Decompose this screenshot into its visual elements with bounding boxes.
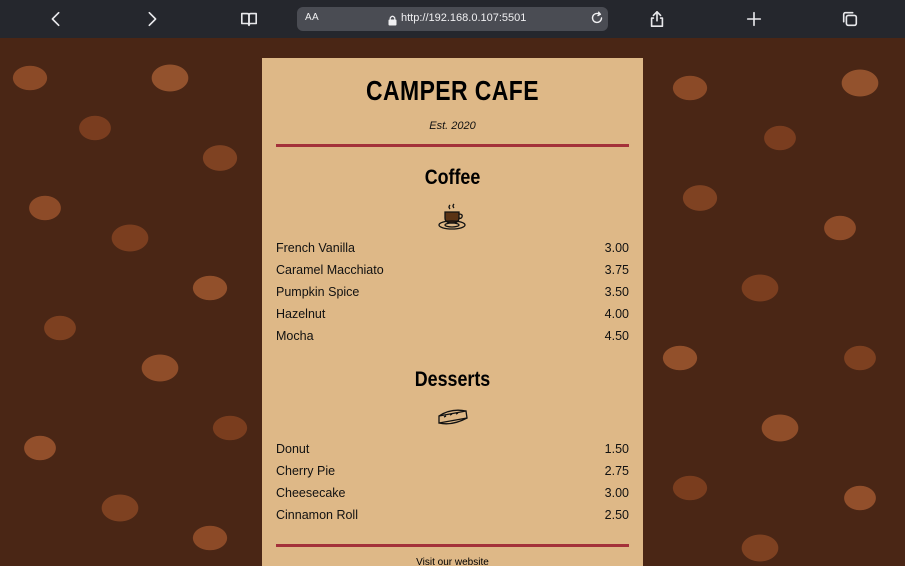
established-text: Est. 2020: [429, 120, 476, 132]
list-item: Pumpkin Spice 3.50: [276, 281, 629, 303]
menu-card: CAMPER CAFE Est. 2020 Coffee French Vani…: [262, 58, 643, 566]
forward-icon[interactable]: [142, 9, 162, 29]
lock-icon: [388, 13, 397, 26]
back-icon[interactable]: [46, 9, 66, 29]
reader-icon[interactable]: [239, 9, 259, 29]
item-name: Mocha: [276, 329, 314, 343]
list-item: Caramel Macchiato 3.75: [276, 259, 629, 281]
address-bar[interactable]: AA http://192.168.0.107:5501: [297, 7, 608, 31]
item-price: 4.50: [604, 329, 629, 343]
list-item: Donut 1.50: [276, 438, 629, 460]
list-item: Cinnamon Roll 2.50: [276, 504, 629, 526]
list-item: Mocha 4.50: [276, 325, 629, 347]
coffee-list: French Vanilla 3.00 Caramel Macchiato 3.75…: [276, 237, 629, 347]
item-price: 1.50: [604, 442, 629, 456]
website-link[interactable]: Visit our website: [276, 557, 629, 566]
cafe-name: CAMPER CAFE: [366, 75, 539, 106]
list-item: Cherry Pie 2.75: [276, 460, 629, 482]
item-name: Cinnamon Roll: [276, 508, 358, 522]
item-price: 3.00: [604, 241, 629, 255]
item-name: Donut: [276, 442, 310, 456]
item-price: 2.75: [604, 464, 629, 478]
tabs-icon[interactable]: [840, 9, 860, 29]
page-viewport: CAMPER CAFE Est. 2020 Coffee French Vani…: [0, 38, 905, 566]
new-tab-icon[interactable]: [744, 9, 764, 29]
list-item: Hazelnut 4.00: [276, 303, 629, 325]
reload-icon[interactable]: [590, 11, 604, 25]
item-price: 3.00: [604, 486, 629, 500]
url-text: http://192.168.0.107:5501: [401, 12, 527, 24]
item-price: 3.75: [604, 263, 629, 277]
coffee-cup-icon: [276, 200, 629, 234]
reader-settings-button[interactable]: AA: [305, 12, 319, 23]
item-name: Caramel Macchiato: [276, 263, 384, 277]
item-price: 3.50: [604, 285, 629, 299]
list-item: French Vanilla 3.00: [276, 237, 629, 259]
coffee-section-title: Coffee: [424, 166, 481, 189]
item-name: French Vanilla: [276, 241, 355, 255]
divider: [276, 144, 629, 147]
item-name: Cherry Pie: [276, 464, 336, 478]
item-name: Pumpkin Spice: [276, 285, 360, 299]
desserts-list: Donut 1.50 Cherry Pie 2.75 Cheesecake 3.00 …: [276, 438, 629, 526]
item-price: 4.00: [604, 307, 629, 321]
desserts-section-title: Desserts: [414, 368, 491, 391]
list-item: Cheesecake 3.00: [276, 482, 629, 504]
item-price: 2.50: [604, 508, 629, 522]
item-name: Hazelnut: [276, 307, 326, 321]
share-icon[interactable]: [647, 9, 667, 29]
divider: [276, 544, 629, 547]
browser-toolbar: AA http://192.168.0.107:5501: [0, 0, 905, 38]
pie-slice-icon: [276, 400, 629, 434]
item-name: Cheesecake: [276, 486, 346, 500]
